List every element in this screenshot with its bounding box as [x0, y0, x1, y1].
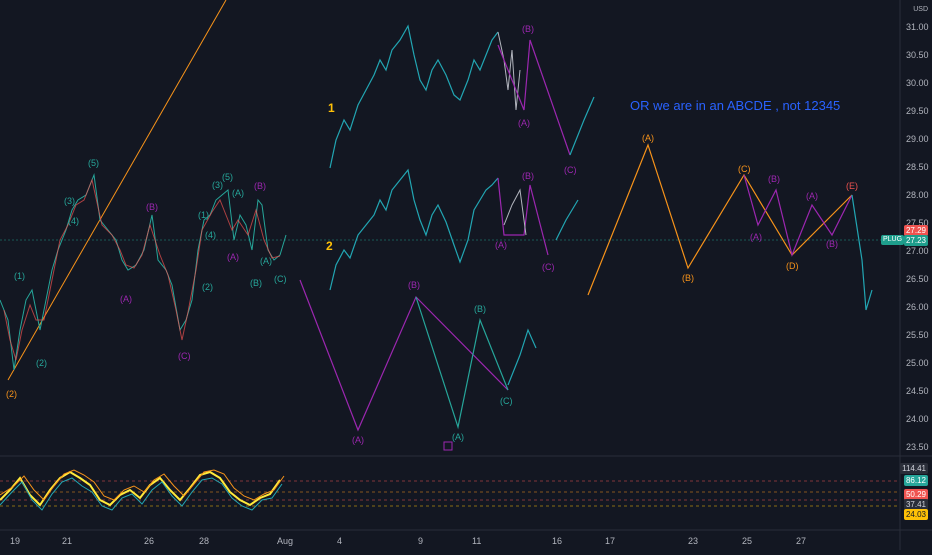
scenario-2-path[interactable]: [329, 168, 499, 291]
indicator-badge: 86.12: [903, 475, 928, 486]
wave-label: (B): [474, 304, 486, 314]
time-tick: 4: [337, 536, 342, 546]
time-tick: 17: [605, 536, 615, 546]
price-tick: 29.50: [906, 106, 929, 116]
wave-label: (2): [6, 389, 17, 399]
price-tick: 23.50: [906, 442, 929, 452]
price-series: [0, 173, 287, 371]
wave-label: (B): [250, 278, 262, 288]
trend-line[interactable]: [7, 0, 227, 381]
wave-label: (4): [205, 230, 216, 240]
scenario-1-arrow[interactable]: [569, 96, 595, 156]
time-tick: 21: [62, 536, 72, 546]
wave-label: (D): [786, 261, 799, 271]
price-tick: 30.50: [906, 50, 929, 60]
time-tick: 28: [199, 536, 209, 546]
marker-square[interactable]: [443, 441, 453, 451]
last-price-badge: 27.23: [903, 235, 928, 246]
time-tick: 23: [688, 536, 698, 546]
abcde-arrow[interactable]: [851, 194, 873, 311]
price-tick: 31.00: [906, 22, 929, 32]
wave-label: (2): [202, 282, 213, 292]
wave-label: (A): [642, 133, 654, 143]
wave-label: (C): [564, 165, 577, 175]
wave-label: (A): [750, 232, 762, 242]
wave-label: (4): [68, 216, 79, 226]
time-tick: 19: [10, 536, 20, 546]
indicator-badge: 114.41: [900, 463, 928, 474]
price-tick: 25.50: [906, 330, 929, 340]
wave-label: (A): [495, 240, 507, 250]
wave-labels: (1) (2) (3) (4) (5) (2) (1) (2) (3) (4) …: [6, 24, 858, 445]
scenario-2-arrow[interactable]: [555, 199, 579, 241]
price-tick: 26.00: [906, 302, 929, 312]
wave-label: (5): [222, 172, 233, 182]
wave-label: (A): [352, 435, 364, 445]
currency-label: USD: [913, 6, 928, 13]
ticker-badge: PLUG: [881, 235, 905, 245]
wave-label: (2): [36, 358, 47, 368]
wave-label: (C): [274, 274, 287, 284]
wave-label: (B): [826, 239, 838, 249]
wave-label: (5): [88, 158, 99, 168]
wave-label: (A): [120, 294, 132, 304]
price-tick: 26.50: [906, 274, 929, 284]
wave-label: (C): [178, 351, 191, 361]
wave-label: (B): [254, 181, 266, 191]
chart-area[interactable]: 31.00 30.50 30.00 29.50 29.00 28.50 28.0…: [0, 0, 932, 550]
time-tick: Aug: [277, 536, 293, 546]
abc-magenta-path[interactable]: [299, 279, 509, 432]
wave-label: (B): [522, 24, 534, 34]
wave-label: (A): [232, 188, 244, 198]
wave-label: (B): [408, 280, 420, 290]
price-tick: 27.00: [906, 246, 929, 256]
abcde-orange-path[interactable]: [587, 143, 853, 296]
time-tick: 26: [144, 536, 154, 546]
oscillator-cyan: [0, 477, 283, 511]
chart-canvas[interactable]: 31.00 30.50 30.00 29.50 29.00 28.50 28.0…: [0, 0, 932, 550]
wave-label: (1): [14, 271, 25, 281]
wave-label: (B): [146, 202, 158, 212]
wave-label: (C): [542, 262, 555, 272]
wave-label: (B): [522, 171, 534, 181]
wave-label: (C): [738, 164, 751, 174]
wave-label: (A): [518, 118, 530, 128]
price-tick: 24.00: [906, 414, 929, 424]
scenario-1-label: 1: [328, 101, 335, 115]
scenario-note: OR we are in an ABCDE , not 12345: [630, 98, 841, 113]
wave-label: (C): [500, 396, 513, 406]
price-series-red: [3, 178, 281, 361]
scenario-2-label: 2: [326, 239, 333, 253]
wave-label: (A): [806, 191, 818, 201]
wave-label: (B): [768, 174, 780, 184]
price-tick: 30.00: [906, 78, 929, 88]
time-axis: 19 21 26 28 Aug 4 9 11 16 17 23 25 27: [10, 536, 806, 546]
scenario-2-grey: [503, 188, 527, 236]
scenario-1-magenta[interactable]: [497, 39, 571, 156]
wave-label: (A): [260, 256, 272, 266]
price-tick: 29.00: [906, 134, 929, 144]
price-tick: 28.00: [906, 190, 929, 200]
time-tick: 9: [418, 536, 423, 546]
time-tick: 16: [552, 536, 562, 546]
time-tick: 27: [796, 536, 806, 546]
wave-label: (3): [64, 196, 75, 206]
scenario-1-path[interactable]: [329, 24, 499, 169]
abc-arrow[interactable]: [507, 328, 537, 386]
indicator-badge: 24.03: [903, 509, 928, 520]
price-tick: 28.50: [906, 162, 929, 172]
wave-label: (A): [452, 432, 464, 442]
wave-label: (A): [227, 252, 239, 262]
wave-label: (1): [198, 210, 209, 220]
wave-label: (B): [682, 273, 694, 283]
time-tick: 11: [472, 536, 481, 546]
price-tick: 24.50: [906, 386, 929, 396]
wave-label: (E): [846, 181, 858, 191]
price-tick: 25.00: [906, 358, 929, 368]
time-tick: 25: [742, 536, 752, 546]
abc-green-path[interactable]: [415, 296, 509, 430]
